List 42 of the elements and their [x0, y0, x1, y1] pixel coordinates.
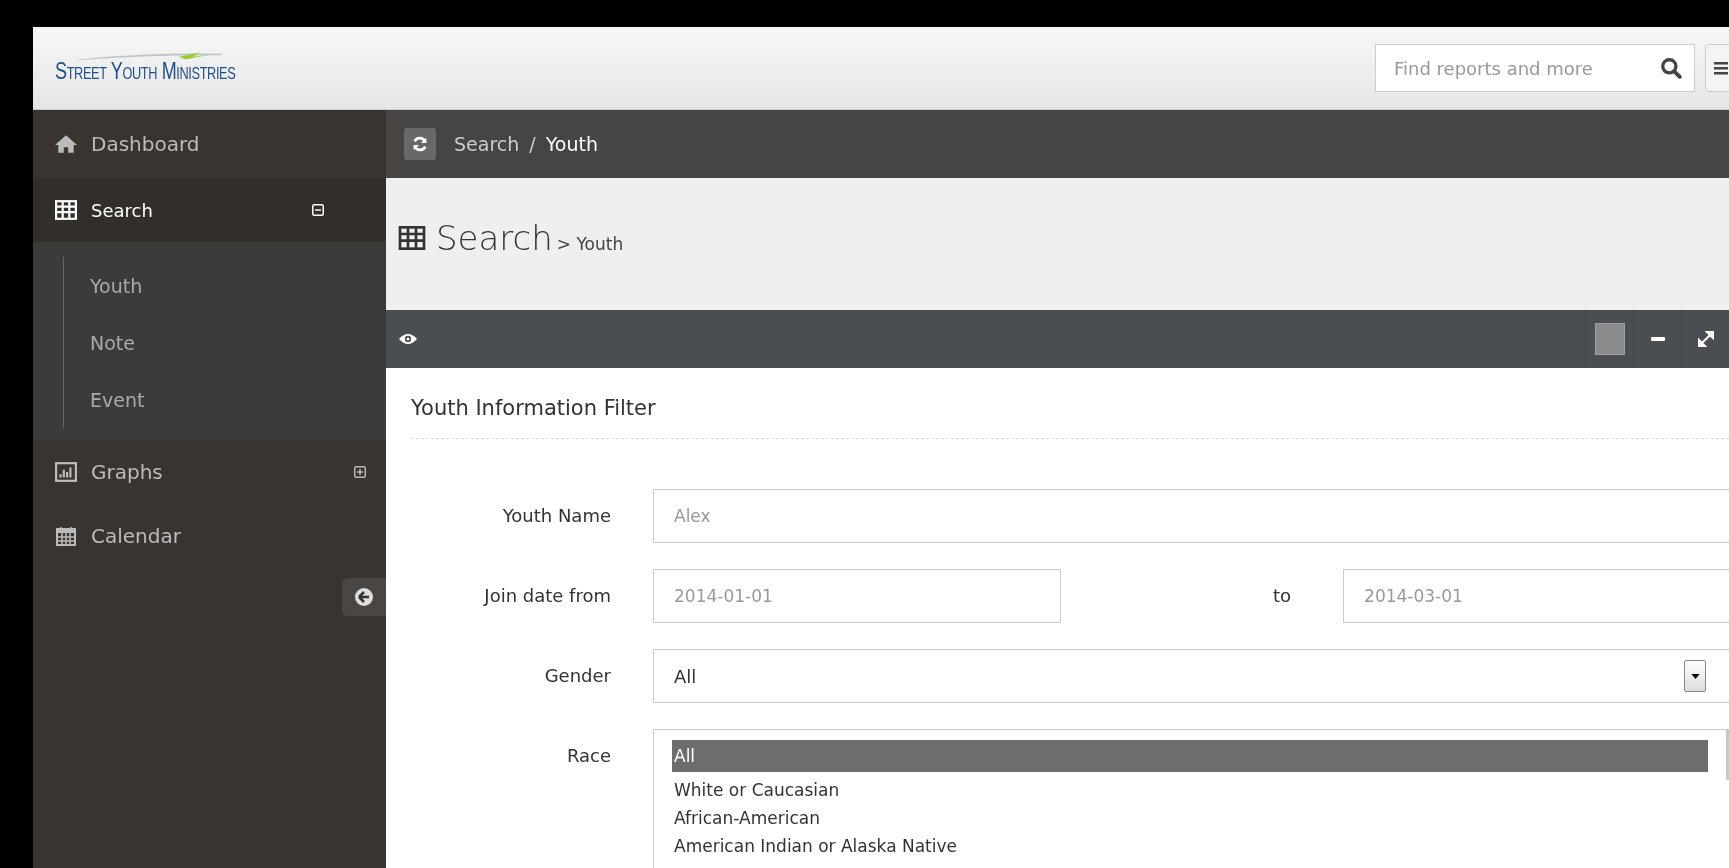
collapse-sidebar-button[interactable] — [342, 578, 386, 616]
dropdown-field[interactable]: All — [653, 649, 1729, 703]
breadcrumb-link[interactable]: Youth — [545, 133, 598, 155]
list-option[interactable]: White or Caucasian — [672, 776, 1708, 804]
table-icon — [55, 200, 77, 220]
field-label: Race — [565, 744, 611, 768]
page-subtitle: > Youth — [556, 234, 624, 254]
table-icon — [398, 226, 426, 250]
brand-name: Street Youth Ministries — [55, 57, 236, 85]
list-option[interactable]: American Indian or Alaska Native — [672, 832, 1708, 860]
sidebar-item[interactable]: Dashboard — [33, 110, 386, 178]
calendar-icon — [55, 526, 77, 546]
refresh-icon — [411, 135, 429, 153]
arrow-left-icon — [354, 587, 374, 607]
sidebar-item[interactable]: Graphs — [33, 440, 386, 504]
field-label: to — [1273, 584, 1292, 608]
sidebar-item[interactable]: Calendar — [33, 504, 386, 568]
expand-icon[interactable] — [354, 466, 366, 478]
breadcrumb-link[interactable]: Search — [454, 133, 520, 155]
bar-chart-icon — [55, 462, 77, 482]
text-field[interactable]: Alex — [653, 489, 1729, 543]
breadcrumb-separator: / — [529, 133, 536, 155]
home-icon — [55, 134, 77, 154]
sidebar-item[interactable]: Search — [33, 178, 386, 242]
search-icon[interactable] — [1660, 57, 1682, 79]
menu-icon — [1714, 61, 1728, 75]
expand-icon — [1697, 331, 1714, 347]
field-label: Gender — [543, 664, 611, 688]
brand-logo[interactable]: Street Youth Ministries — [55, 51, 296, 85]
field-label: Youth Name — [501, 504, 611, 528]
square-icon — [1594, 323, 1625, 355]
list-option[interactable]: African-American — [672, 804, 1708, 832]
field-label: Join date from — [482, 584, 611, 608]
search-bar[interactable]: Find reports and more — [1375, 44, 1695, 92]
form-title: Youth Information Filter — [411, 396, 1729, 439]
refresh-button[interactable] — [404, 128, 436, 160]
list-option[interactable]: All — [672, 740, 1708, 772]
page-title: Search — [436, 218, 553, 258]
date-field[interactable]: 2014-03-01 — [1343, 569, 1729, 623]
date-field[interactable]: 2014-01-01 — [653, 569, 1061, 623]
collapse-icon[interactable] — [312, 204, 324, 216]
eye-icon — [398, 332, 418, 346]
